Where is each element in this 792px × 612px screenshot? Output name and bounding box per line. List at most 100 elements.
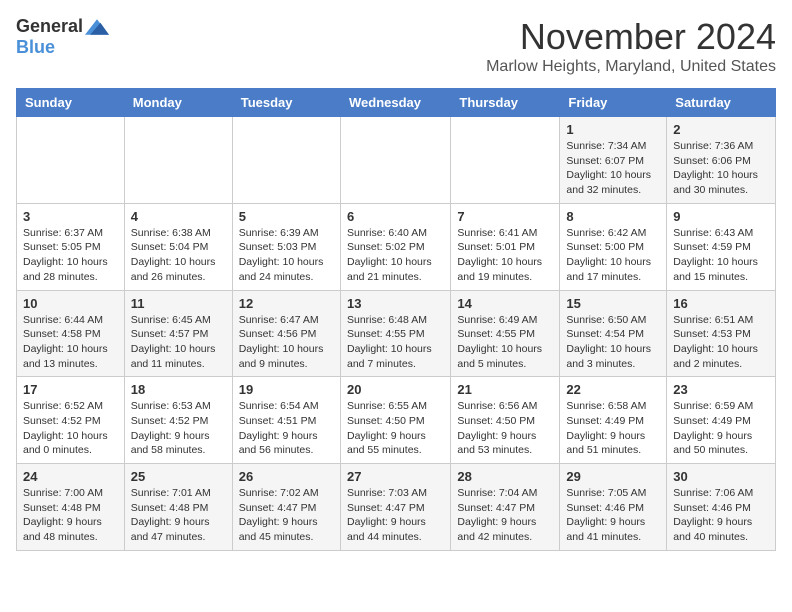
day-number: 4 [131,209,226,224]
day-info: Sunrise: 6:39 AM Sunset: 5:03 PM Dayligh… [239,226,334,285]
location-title: Marlow Heights, Maryland, United States [486,58,776,76]
calendar-cell: 22 Sunrise: 6:58 AM Sunset: 4:49 PM Dayli… [560,377,667,464]
page-header: General Blue November 2024 Marlow Height… [16,16,776,76]
day-info: Sunrise: 7:05 AM Sunset: 4:46 PM Dayligh… [566,486,660,545]
day-number: 16 [673,296,769,311]
calendar-table: SundayMondayTuesdayWednesdayThursdayFrid… [16,88,776,551]
calendar-cell: 23 Sunrise: 6:59 AM Sunset: 4:49 PM Dayli… [667,377,776,464]
day-number: 8 [566,209,660,224]
day-number: 28 [457,469,553,484]
calendar-cell: 2 Sunrise: 7:36 AM Sunset: 6:06 PM Daylig… [667,117,776,204]
title-section: November 2024 Marlow Heights, Maryland, … [486,16,776,76]
day-info: Sunrise: 6:55 AM Sunset: 4:50 PM Dayligh… [347,399,444,458]
weekday-header-row: SundayMondayTuesdayWednesdayThursdayFrid… [17,89,776,117]
calendar-cell: 12Sunrise: 6:47 AM Sunset: 4:56 PM Dayli… [232,290,340,377]
weekday-header-monday: Monday [124,89,232,117]
day-info: Sunrise: 6:49 AM Sunset: 4:55 PM Dayligh… [457,313,553,372]
logo-blue-text: Blue [16,37,55,57]
calendar-cell: 9 Sunrise: 6:43 AM Sunset: 4:59 PM Daylig… [667,203,776,290]
day-info: Sunrise: 6:43 AM Sunset: 4:59 PM Dayligh… [673,226,769,285]
calendar-cell: 10 Sunrise: 6:44 AM Sunset: 4:58 PM Dayli… [17,290,125,377]
logo-icon [85,19,109,35]
calendar-cell: 25 Sunrise: 7:01 AM Sunset: 4:48 PM Dayli… [124,464,232,551]
day-number: 29 [566,469,660,484]
logo-general-text: General [16,16,83,37]
day-info: Sunrise: 7:03 AM Sunset: 4:47 PM Dayligh… [347,486,444,545]
day-number: 23 [673,382,769,397]
calendar-cell: 17 Sunrise: 6:52 AM Sunset: 4:52 PM Dayli… [17,377,125,464]
day-info: Sunrise: 6:54 AM Sunset: 4:51 PM Dayligh… [239,399,334,458]
calendar-cell: 4 Sunrise: 6:38 AM Sunset: 5:04 PM Daylig… [124,203,232,290]
day-number: 13 [347,296,444,311]
day-info: Sunrise: 6:59 AM Sunset: 4:49 PM Dayligh… [673,399,769,458]
day-info: Sunrise: 6:42 AM Sunset: 5:00 PM Dayligh… [566,226,660,285]
weekday-header-thursday: Thursday [451,89,560,117]
calendar-cell: 20Sunrise: 6:55 AM Sunset: 4:50 PM Dayli… [340,377,450,464]
day-info: Sunrise: 6:45 AM Sunset: 4:57 PM Dayligh… [131,313,226,372]
logo: General Blue [16,16,109,58]
calendar-week-row: 1 Sunrise: 7:34 AM Sunset: 6:07 PM Daylig… [17,117,776,204]
day-info: Sunrise: 6:56 AM Sunset: 4:50 PM Dayligh… [457,399,553,458]
weekday-header-wednesday: Wednesday [340,89,450,117]
calendar-cell: 30 Sunrise: 7:06 AM Sunset: 4:46 PM Dayli… [667,464,776,551]
calendar-cell: 19Sunrise: 6:54 AM Sunset: 4:51 PM Dayli… [232,377,340,464]
calendar-week-row: 24Sunrise: 7:00 AM Sunset: 4:48 PM Dayli… [17,464,776,551]
calendar-cell [340,117,450,204]
calendar-cell: 14 Sunrise: 6:49 AM Sunset: 4:55 PM Dayli… [451,290,560,377]
day-info: Sunrise: 7:01 AM Sunset: 4:48 PM Dayligh… [131,486,226,545]
calendar-cell: 15Sunrise: 6:50 AM Sunset: 4:54 PM Dayli… [560,290,667,377]
day-info: Sunrise: 6:40 AM Sunset: 5:02 PM Dayligh… [347,226,444,285]
calendar-cell [17,117,125,204]
month-title: November 2024 [486,16,776,58]
calendar-cell: 26 Sunrise: 7:02 AM Sunset: 4:47 PM Dayli… [232,464,340,551]
day-info: Sunrise: 7:36 AM Sunset: 6:06 PM Dayligh… [673,139,769,198]
day-info: Sunrise: 7:02 AM Sunset: 4:47 PM Dayligh… [239,486,334,545]
weekday-header-sunday: Sunday [17,89,125,117]
calendar-cell: 11 Sunrise: 6:45 AM Sunset: 4:57 PM Dayli… [124,290,232,377]
day-info: Sunrise: 6:53 AM Sunset: 4:52 PM Dayligh… [131,399,226,458]
day-info: Sunrise: 6:44 AM Sunset: 4:58 PM Dayligh… [23,313,118,372]
calendar-cell: 13 Sunrise: 6:48 AM Sunset: 4:55 PM Dayli… [340,290,450,377]
calendar-cell [124,117,232,204]
calendar-week-row: 17 Sunrise: 6:52 AM Sunset: 4:52 PM Dayli… [17,377,776,464]
day-number: 24 [23,469,118,484]
day-info: Sunrise: 6:52 AM Sunset: 4:52 PM Dayligh… [23,399,118,458]
day-number: 11 [131,296,226,311]
day-number: 25 [131,469,226,484]
day-number: 9 [673,209,769,224]
day-info: Sunrise: 6:37 AM Sunset: 5:05 PM Dayligh… [23,226,118,285]
calendar-cell: 1 Sunrise: 7:34 AM Sunset: 6:07 PM Daylig… [560,117,667,204]
day-info: Sunrise: 6:48 AM Sunset: 4:55 PM Dayligh… [347,313,444,372]
calendar-week-row: 10 Sunrise: 6:44 AM Sunset: 4:58 PM Dayli… [17,290,776,377]
calendar-cell: 5 Sunrise: 6:39 AM Sunset: 5:03 PM Daylig… [232,203,340,290]
day-number: 14 [457,296,553,311]
day-number: 21 [457,382,553,397]
day-info: Sunrise: 6:38 AM Sunset: 5:04 PM Dayligh… [131,226,226,285]
calendar-cell: 29 Sunrise: 7:05 AM Sunset: 4:46 PM Dayli… [560,464,667,551]
day-info: Sunrise: 7:34 AM Sunset: 6:07 PM Dayligh… [566,139,660,198]
day-number: 12 [239,296,334,311]
weekday-header-friday: Friday [560,89,667,117]
calendar-cell: 24Sunrise: 7:00 AM Sunset: 4:48 PM Dayli… [17,464,125,551]
weekday-header-tuesday: Tuesday [232,89,340,117]
day-number: 2 [673,122,769,137]
day-number: 30 [673,469,769,484]
day-info: Sunrise: 7:04 AM Sunset: 4:47 PM Dayligh… [457,486,553,545]
day-number: 26 [239,469,334,484]
day-number: 1 [566,122,660,137]
day-number: 18 [131,382,226,397]
calendar-cell: 7Sunrise: 6:41 AM Sunset: 5:01 PM Daylig… [451,203,560,290]
day-info: Sunrise: 7:06 AM Sunset: 4:46 PM Dayligh… [673,486,769,545]
calendar-cell: 28 Sunrise: 7:04 AM Sunset: 4:47 PM Dayli… [451,464,560,551]
calendar-cell: 3Sunrise: 6:37 AM Sunset: 5:05 PM Daylig… [17,203,125,290]
day-number: 17 [23,382,118,397]
day-number: 22 [566,382,660,397]
day-info: Sunrise: 6:58 AM Sunset: 4:49 PM Dayligh… [566,399,660,458]
calendar-cell: 27 Sunrise: 7:03 AM Sunset: 4:47 PM Dayli… [340,464,450,551]
day-number: 15 [566,296,660,311]
day-number: 10 [23,296,118,311]
day-number: 5 [239,209,334,224]
day-number: 7 [457,209,553,224]
day-number: 27 [347,469,444,484]
calendar-cell [232,117,340,204]
